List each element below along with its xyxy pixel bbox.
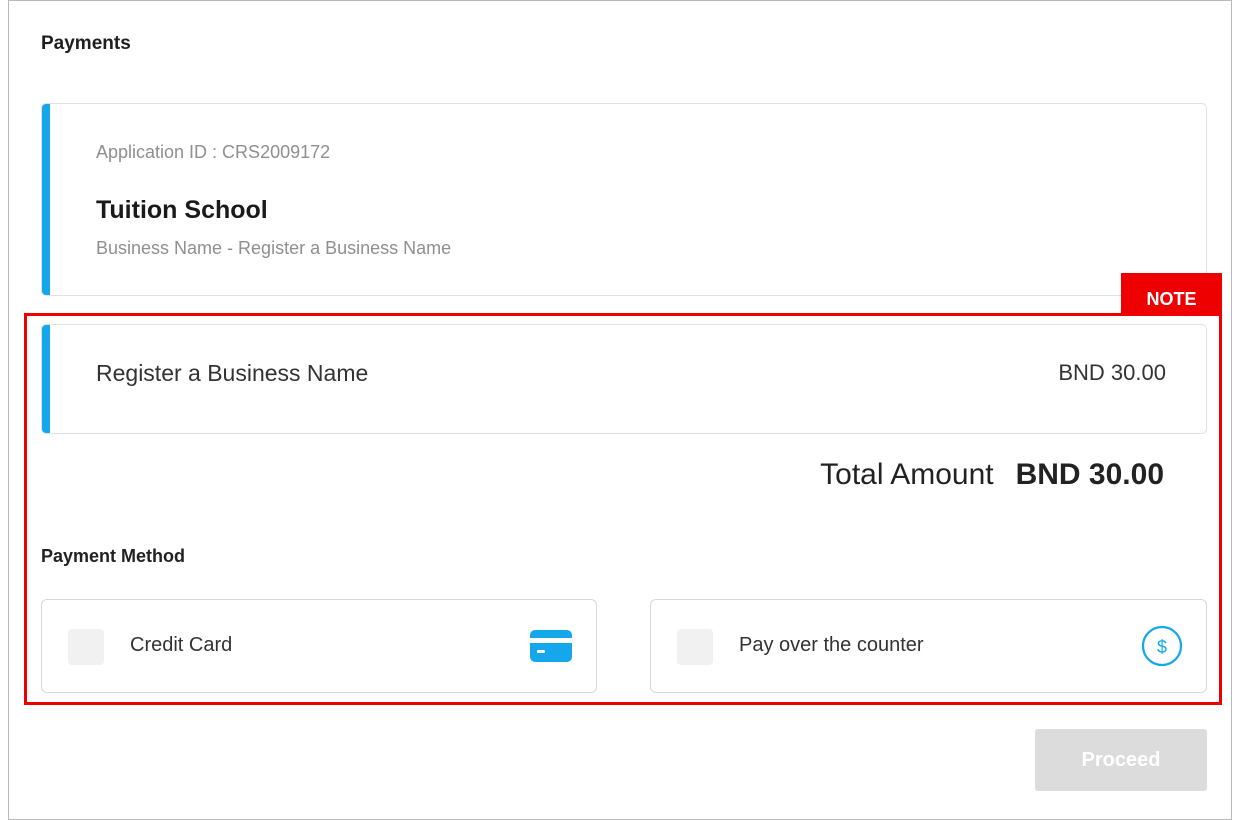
credit-card-icon	[530, 630, 572, 662]
total-amount-row: Total Amount BND 30.00	[820, 458, 1164, 492]
over-counter-label: Pay over the counter	[739, 634, 924, 656]
over-counter-checkbox[interactable]	[677, 629, 713, 665]
note-tag: NOTE	[1121, 273, 1222, 316]
application-description: Business Name - Register a Business Name	[96, 238, 452, 258]
card-accent-bar	[42, 325, 50, 433]
fee-item-amount: BND 30.00	[1058, 360, 1166, 385]
credit-card-checkbox[interactable]	[68, 629, 104, 665]
total-amount-label: Total Amount	[820, 458, 994, 491]
fee-item-card: Register a Business Name BND 30.00	[41, 324, 1207, 434]
payment-method-heading: Payment Method	[41, 546, 186, 566]
page-title: Payments	[41, 33, 131, 54]
application-name: Tuition School	[96, 196, 268, 224]
payment-option-over-counter[interactable]: Pay over the counter $	[650, 599, 1207, 693]
application-card: Application ID : CRS2009172 Tuition Scho…	[41, 103, 1207, 296]
credit-card-label: Credit Card	[130, 634, 233, 656]
fee-item-label: Register a Business Name	[96, 360, 369, 386]
total-amount-value: BND 30.00	[1015, 458, 1164, 491]
application-id: Application ID : CRS2009172	[96, 142, 331, 162]
proceed-button[interactable]: Proceed	[1035, 729, 1207, 791]
card-accent-bar	[42, 104, 50, 295]
payment-option-credit-card[interactable]: Credit Card	[41, 599, 597, 693]
svg-text:$: $	[1157, 637, 1167, 657]
dollar-circle-icon: $	[1141, 625, 1183, 667]
